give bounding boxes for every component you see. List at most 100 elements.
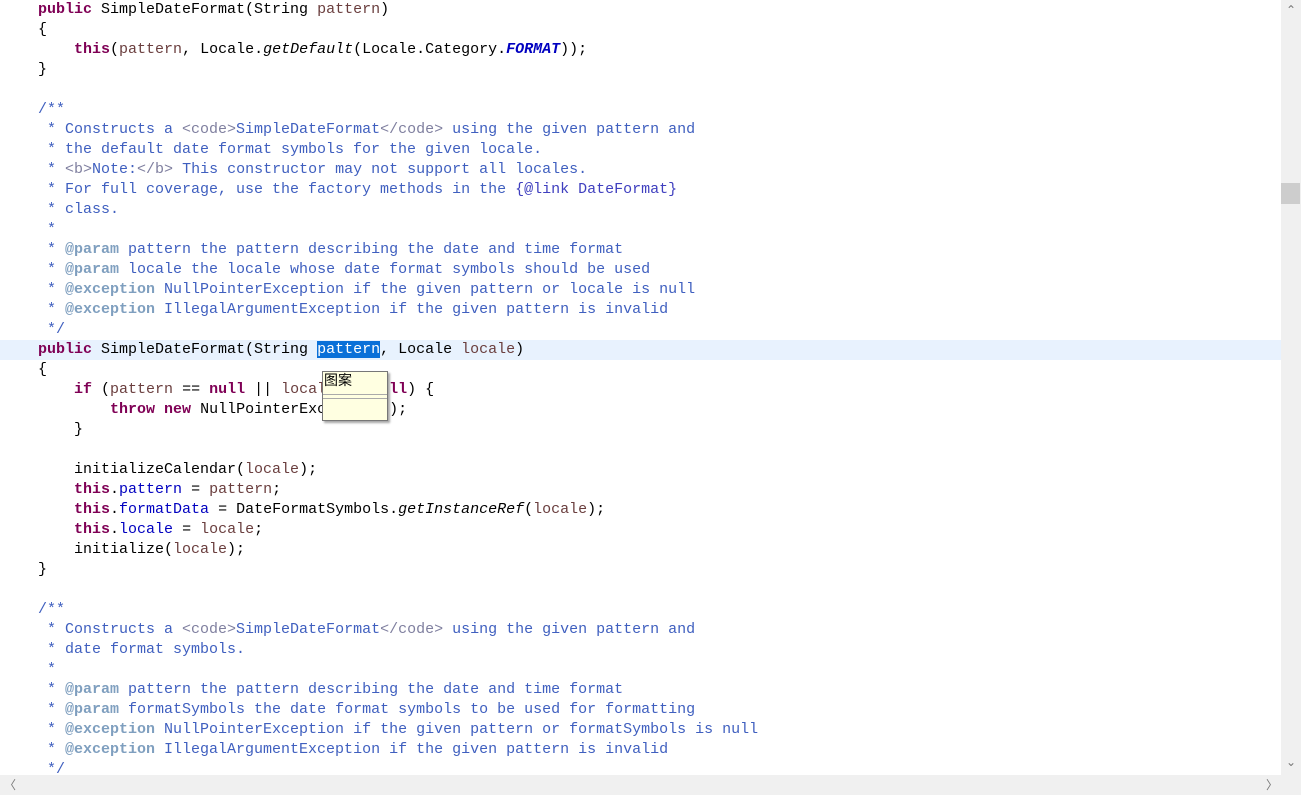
tooltip-text: 图案	[324, 373, 352, 389]
code-token: public	[38, 341, 93, 358]
code-line[interactable]: * date format symbols.	[0, 640, 1281, 660]
code-token: ==	[173, 381, 210, 398]
code-line[interactable]: this(pattern, Locale.getDefault(Locale.C…	[0, 40, 1281, 60]
code-text: * @exception IllegalArgumentException if…	[38, 740, 668, 760]
code-token: }	[38, 561, 48, 578]
code-token: locale	[245, 461, 300, 478]
code-line[interactable]: * class.	[0, 200, 1281, 220]
code-line[interactable]: * @exception NullPointerException if the…	[0, 280, 1281, 300]
code-line[interactable]: initializeCalendar(locale);	[0, 460, 1281, 480]
code-token: @param	[65, 701, 120, 718]
code-token: Note:	[92, 161, 138, 178]
chevron-up-icon[interactable]: ⌃	[1281, 0, 1301, 20]
code-token: *	[38, 681, 66, 698]
code-text: */	[38, 760, 65, 775]
code-line[interactable]: * the default date format symbols for th…	[0, 140, 1281, 160]
code-token: }	[38, 421, 84, 438]
code-line[interactable]: * @param pattern the pattern describing …	[0, 680, 1281, 700]
code-token: </code>	[380, 621, 444, 638]
code-line[interactable]: this.formatData = DateFormatSymbols.getI…	[0, 500, 1281, 520]
code-line[interactable]: * @exception NullPointerException if the…	[0, 720, 1281, 740]
horizontal-scrollbar[interactable]: 〈 〉	[0, 775, 1301, 795]
code-line[interactable]: {	[0, 360, 1281, 380]
code-text: * @param pattern the pattern describing …	[38, 680, 623, 700]
code-editor[interactable]: public SimpleDateFormat(String pattern){…	[0, 0, 1281, 775]
code-token: *	[38, 721, 66, 738]
code-line[interactable]: }	[0, 60, 1281, 80]
code-token: (	[92, 381, 111, 398]
code-text: }	[38, 560, 47, 580]
code-token: *	[38, 741, 66, 758]
code-token: *	[38, 301, 66, 318]
code-line[interactable]: this.locale = locale;	[0, 520, 1281, 540]
code-token: locale	[200, 521, 255, 538]
code-line[interactable]: /**	[0, 600, 1281, 620]
code-text: }	[38, 60, 47, 80]
chevron-down-icon[interactable]: ⌄	[1281, 752, 1301, 772]
code-token: public	[38, 1, 93, 18]
code-token: /**	[38, 601, 66, 618]
code-line[interactable]: * Constructs a <code>SimpleDateFormat</c…	[0, 620, 1281, 640]
code-token: * Constructs a	[38, 621, 183, 638]
code-token: .	[110, 521, 120, 538]
code-line[interactable]: * @param formatSymbols the date format s…	[0, 700, 1281, 720]
code-line[interactable]: */	[0, 320, 1281, 340]
code-line[interactable]: /**	[0, 100, 1281, 120]
code-token: @param	[65, 261, 120, 278]
code-token: , Locale.	[182, 41, 264, 58]
code-line[interactable]: public SimpleDateFormat(String pattern)	[0, 0, 1281, 20]
hover-tooltip: 图案	[322, 371, 388, 421]
code-token: SimpleDateFormat(String	[92, 341, 318, 358]
code-token: locale	[119, 521, 174, 538]
tooltip-divider	[323, 394, 387, 395]
code-token: * the default date format symbols for th…	[38, 141, 543, 158]
code-text: * @exception NullPointerException if the…	[38, 280, 695, 300]
code-token: )	[515, 341, 525, 358]
code-token: @exception	[65, 721, 156, 738]
code-text: * @exception NullPointerException if the…	[38, 720, 758, 740]
chevron-left-icon[interactable]: 〈	[0, 775, 20, 795]
code-line[interactable]: initialize(locale);	[0, 540, 1281, 560]
code-line[interactable]: * Constructs a <code>SimpleDateFormat</c…	[0, 120, 1281, 140]
code-line[interactable]: * @param locale the locale whose date fo…	[0, 260, 1281, 280]
chevron-right-icon[interactable]: 〉	[1262, 775, 1282, 795]
code-line[interactable]: * @exception IllegalArgumentException if…	[0, 300, 1281, 320]
code-line[interactable]: }	[0, 560, 1281, 580]
code-line[interactable]: if (pattern == null || locale == null) {	[0, 380, 1281, 400]
code-line[interactable]: * @param pattern the pattern describing …	[0, 240, 1281, 260]
code-text: /**	[38, 100, 65, 120]
code-token: throw	[110, 401, 156, 418]
code-line[interactable]: */	[0, 760, 1281, 775]
code-token: initializeCalendar(	[38, 461, 246, 478]
code-token: {	[38, 361, 48, 378]
code-text: * @param formatSymbols the date format s…	[38, 700, 695, 720]
vertical-scrollbar[interactable]: ⌃ ⌄	[1281, 0, 1301, 775]
code-line[interactable]: * For full coverage, use the factory met…	[0, 180, 1281, 200]
code-token: ) {	[407, 381, 435, 398]
code-text: {	[38, 360, 47, 380]
code-line[interactable]: this.pattern = pattern;	[0, 480, 1281, 500]
code-line[interactable]	[0, 580, 1281, 600]
code-line[interactable]: public SimpleDateFormat(String pattern, …	[0, 340, 1281, 360]
code-line[interactable]: *	[0, 220, 1281, 240]
code-text: this(pattern, Locale.getDefault(Locale.C…	[38, 40, 587, 60]
code-line[interactable]: * @exception IllegalArgumentException if…	[0, 740, 1281, 760]
code-text: * Constructs a <code>SimpleDateFormat</c…	[38, 620, 695, 640]
code-line[interactable]: * <b>Note:</b> This constructor may not …	[0, 160, 1281, 180]
code-line[interactable]: {	[0, 20, 1281, 40]
code-line[interactable]	[0, 440, 1281, 460]
code-line[interactable]	[0, 80, 1281, 100]
code-line[interactable]: *	[0, 660, 1281, 680]
code-token: pattern	[119, 41, 183, 58]
code-token: */	[38, 321, 66, 338]
code-line[interactable]: }	[0, 420, 1281, 440]
code-token: null	[209, 381, 246, 398]
code-token: .	[110, 501, 120, 518]
code-token: this	[74, 481, 111, 498]
code-text: * Constructs a <code>SimpleDateFormat</c…	[38, 120, 695, 140]
code-token: (Locale.Category.	[353, 41, 507, 58]
code-line[interactable]: throw new NullPointerException();	[0, 400, 1281, 420]
vertical-scroll-thumb[interactable]	[1281, 183, 1300, 204]
code-token: @exception	[65, 741, 156, 758]
